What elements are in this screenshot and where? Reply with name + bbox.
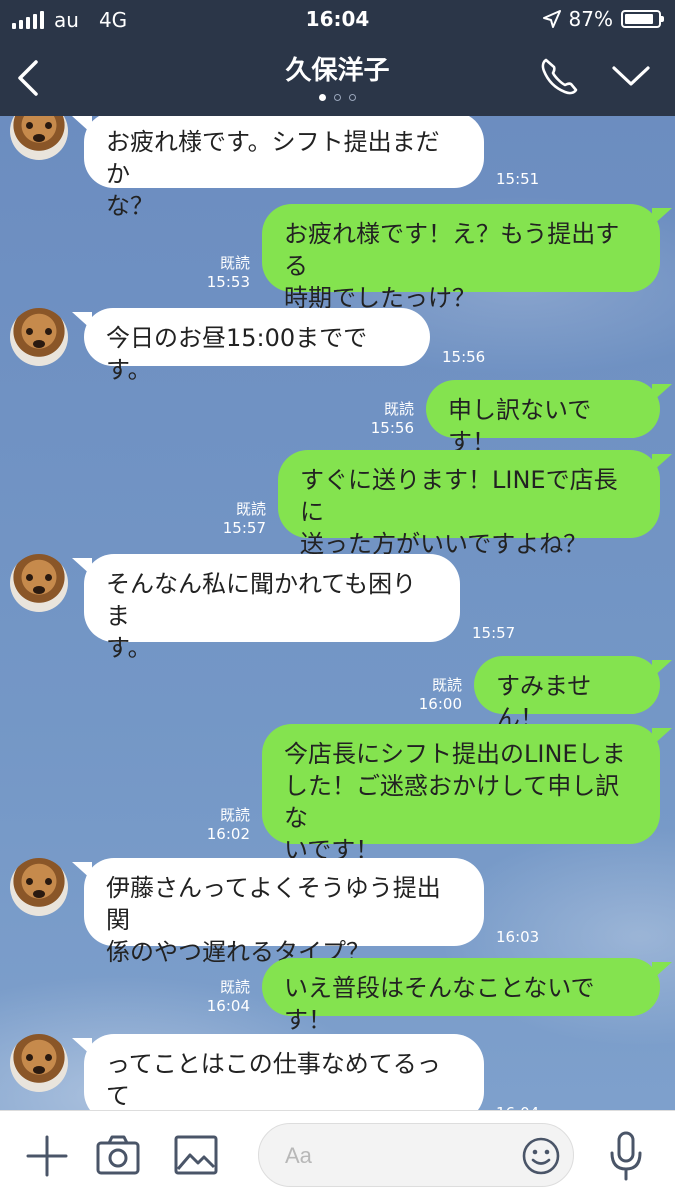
message-row: 今店長にシフト提出のLINEしま した！ご迷惑おかけして申し訳な いです！ 既読 1… [0,724,675,864]
message-time: 15:51 [496,170,540,188]
bubble-tail [72,558,92,576]
incoming-message-bubble[interactable]: ってことはこの仕事なめてるって こと？ [84,1034,484,1110]
message-row: そんなん私に聞かれても困りま す。 15:57 [0,554,675,662]
message-time: 15:57 [472,624,516,642]
chevron-down-icon[interactable] [608,56,654,96]
bubble-tail [652,660,672,678]
bubble-tail [652,962,672,980]
message-read-status: 既読 16:04 [207,978,250,1016]
message-input[interactable] [283,1138,517,1174]
outgoing-message-bubble[interactable]: 今店長にシフト提出のLINEしま した！ご迷惑おかけして申し訳な いです！ [262,724,660,864]
message-time: 16:02 [206,825,250,843]
contact-avatar[interactable] [10,858,68,916]
incoming-message-bubble[interactable]: 伊藤さんってよくそうゆう提出関 係のやつ遅れるタイプ？ [84,858,484,966]
status-bar: au 4G 16:04 87% [0,0,675,38]
message-time: 15:53 [206,273,250,291]
read-receipt: 既読 [219,806,250,824]
camera-icon[interactable] [96,1135,140,1175]
bubble-tail [72,862,92,880]
message-row: 今日のお昼15:00までです。 15:56 [0,308,675,384]
message-time: 15:56 [370,419,414,437]
message-read-status: 既読 16:02 [207,806,250,844]
message-row: お疲れ様です。シフト提出まだか な？ 15:51 [0,116,675,220]
message-row: いえ普段はそんなことないです！ 既読 16:04 [0,958,675,1034]
phone-call-icon[interactable] [536,54,582,100]
contact-avatar[interactable] [10,554,68,612]
message-read-status: 既読 15:56 [371,400,414,438]
bubble-tail [652,384,672,402]
message-row: すぐに送ります！LINEで店長に 送った方がいいですよね？ 既読 15:57 [0,450,675,558]
read-receipt: 既読 [219,254,250,272]
message-row: お疲れ様です！え？もう提出する 時期でしたっけ？ 既読 15:53 [0,204,675,312]
incoming-message-bubble[interactable]: お疲れ様です。シフト提出まだか な？ [84,116,484,220]
page-dot [334,94,341,101]
outgoing-message-bubble[interactable]: お疲れ様です！え？もう提出する 時期でしたっけ？ [262,204,660,312]
message-list[interactable]: お疲れ様です。シフト提出まだか な？ 15:51 お疲れ様です！え？もう提出する 時… [0,116,675,1110]
message-read-status: 既読 16:00 [419,676,462,714]
message-time: 16:03 [496,928,540,946]
incoming-message-bubble[interactable]: 今日のお昼15:00までです。 [84,308,430,384]
outgoing-message-bubble[interactable]: すみません！ [474,656,660,732]
message-row: 伊藤さんってよくそうゆう提出関 係のやつ遅れるタイプ？ 16:03 [0,858,675,966]
read-receipt: 既読 [431,676,462,694]
bubble-tail [652,728,672,746]
message-read-status: 既読 15:53 [207,254,250,292]
plus-icon[interactable] [26,1135,68,1177]
message-time: 15:57 [222,519,266,537]
message-row: ってことはこの仕事なめてるって こと？16:04 [0,1034,675,1110]
emoji-icon[interactable] [521,1136,561,1176]
outgoing-message-bubble[interactable]: 申し訳ないです！ [426,380,660,456]
chat-header: 久保洋子 [0,38,675,116]
message-time: 16:04 [206,997,250,1015]
battery-icon [621,10,664,28]
message-row: すみません！ 既読 16:00 [0,656,675,732]
read-receipt: 既読 [235,500,266,518]
read-receipt: 既読 [219,978,250,996]
microphone-icon[interactable] [608,1131,644,1183]
contact-avatar[interactable] [10,1034,68,1092]
message-input-bar [0,1110,675,1201]
message-time: 16:00 [418,695,462,713]
bubble-tail [72,312,92,330]
page-dot [319,94,326,101]
location-arrow-icon [542,10,561,28]
message-read-status: 既読 15:57 [223,500,266,538]
image-gallery-icon[interactable] [174,1135,218,1175]
incoming-message-bubble[interactable]: そんなん私に聞かれても困りま す。 [84,554,460,662]
outgoing-message-bubble[interactable]: いえ普段はそんなことないです！ [262,958,660,1034]
bubble-tail [652,454,672,472]
read-receipt: 既読 [383,400,414,418]
contact-avatar[interactable] [10,116,68,160]
message-row: 申し訳ないです！ 既読 15:56 [0,380,675,456]
battery-percent: 87% [568,7,613,31]
contact-avatar[interactable] [10,308,68,366]
message-input-field[interactable] [258,1123,574,1187]
page-dot [349,94,356,101]
outgoing-message-bubble[interactable]: すぐに送ります！LINEで店長に 送った方がいいですよね？ [278,450,660,558]
message-time: 15:56 [442,348,486,366]
